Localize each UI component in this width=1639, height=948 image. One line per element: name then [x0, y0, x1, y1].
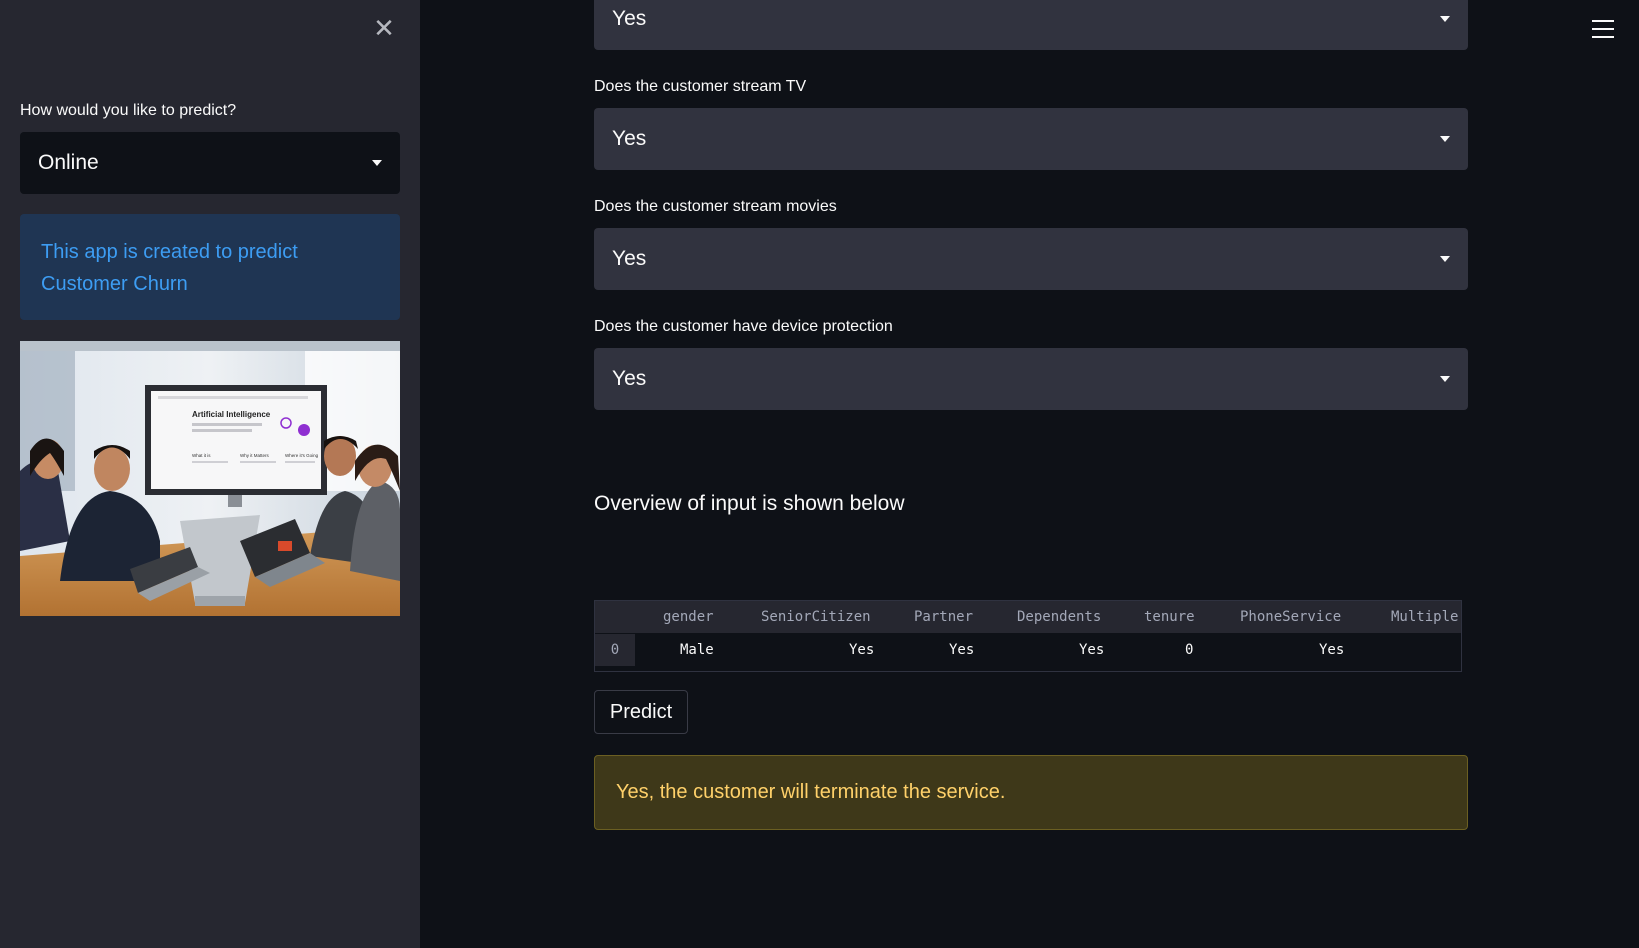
table-cell: Yes — [1319, 642, 1345, 658]
screen-col-1: What it is — [192, 453, 211, 458]
predict-mode-value: Online — [38, 151, 99, 174]
column-header[interactable]: Partner — [914, 601, 973, 633]
table-cell: Yes — [1079, 642, 1105, 658]
device-protection-label: Does the customer have device protection — [594, 318, 893, 335]
stream-tv-select[interactable]: Yes — [594, 108, 1468, 170]
column-header[interactable]: SeniorCitizen — [761, 601, 871, 633]
sidebar: ✕ How would you like to predict? Online … — [0, 0, 420, 948]
chevron-down-icon — [1440, 376, 1450, 382]
stream-tv-value: Yes — [612, 127, 647, 150]
input-dataframe[interactable]: gender SeniorCitizen Partner Dependents … — [594, 600, 1462, 672]
column-header[interactable]: Multiple — [1391, 601, 1458, 633]
top-select-value: Yes — [612, 7, 647, 30]
stream-tv-label: Does the customer stream TV — [594, 78, 807, 95]
table-cell: 0 — [1185, 642, 1194, 658]
overview-heading: Overview of input is shown below — [594, 492, 905, 515]
column-header[interactable]: Dependents — [1017, 601, 1101, 633]
index-header — [595, 601, 635, 633]
chevron-down-icon — [372, 160, 382, 166]
chevron-down-icon — [1440, 256, 1450, 262]
device-protection-value: Yes — [612, 367, 647, 390]
stream-movies-value: Yes — [612, 247, 647, 270]
predict-mode-select[interactable]: Online — [20, 132, 400, 194]
table-cell: Yes — [849, 642, 875, 658]
predict-button[interactable]: Predict — [594, 690, 688, 734]
top-select[interactable]: Yes — [594, 0, 1468, 50]
info-alert: This app is created to predict Customer … — [20, 214, 400, 320]
screen-col-3: Where it's Going — [285, 453, 319, 458]
screen-title: Artificial Intelligence — [192, 410, 271, 419]
column-header[interactable]: tenure — [1144, 601, 1195, 633]
table-row: 0 Male Yes Yes Yes 0 Yes — [595, 634, 1461, 666]
app: ✕ How would you like to predict? Online … — [0, 0, 1639, 948]
predict-mode-label: How would you like to predict? — [20, 102, 237, 119]
device-protection-select[interactable]: Yes — [594, 348, 1468, 410]
prediction-result-alert: Yes, the customer will terminate the ser… — [594, 755, 1468, 830]
table-header-row: gender SeniorCitizen Partner Dependents … — [595, 601, 1461, 633]
close-sidebar-icon[interactable]: ✕ — [372, 15, 396, 41]
info-text: This app is created to predict Customer … — [41, 241, 298, 295]
chevron-down-icon — [1440, 16, 1450, 22]
sidebar-image: Artificial Intelligence What it is Why i… — [20, 341, 400, 616]
column-header[interactable]: PhoneService — [1240, 601, 1341, 633]
office-meeting-illustration: Artificial Intelligence What it is Why i… — [20, 341, 400, 616]
prediction-result-text: Yes, the customer will terminate the ser… — [616, 781, 1006, 803]
table-cell: Yes — [949, 642, 975, 658]
main-menu-icon[interactable] — [1592, 20, 1614, 38]
table-cell: Male — [680, 642, 714, 658]
row-index: 0 — [595, 634, 635, 666]
chevron-down-icon — [1440, 136, 1450, 142]
column-header[interactable]: gender — [663, 601, 714, 633]
stream-movies-select[interactable]: Yes — [594, 228, 1468, 290]
stream-movies-label: Does the customer stream movies — [594, 198, 837, 215]
screen-col-2: Why it Matters — [240, 453, 270, 458]
